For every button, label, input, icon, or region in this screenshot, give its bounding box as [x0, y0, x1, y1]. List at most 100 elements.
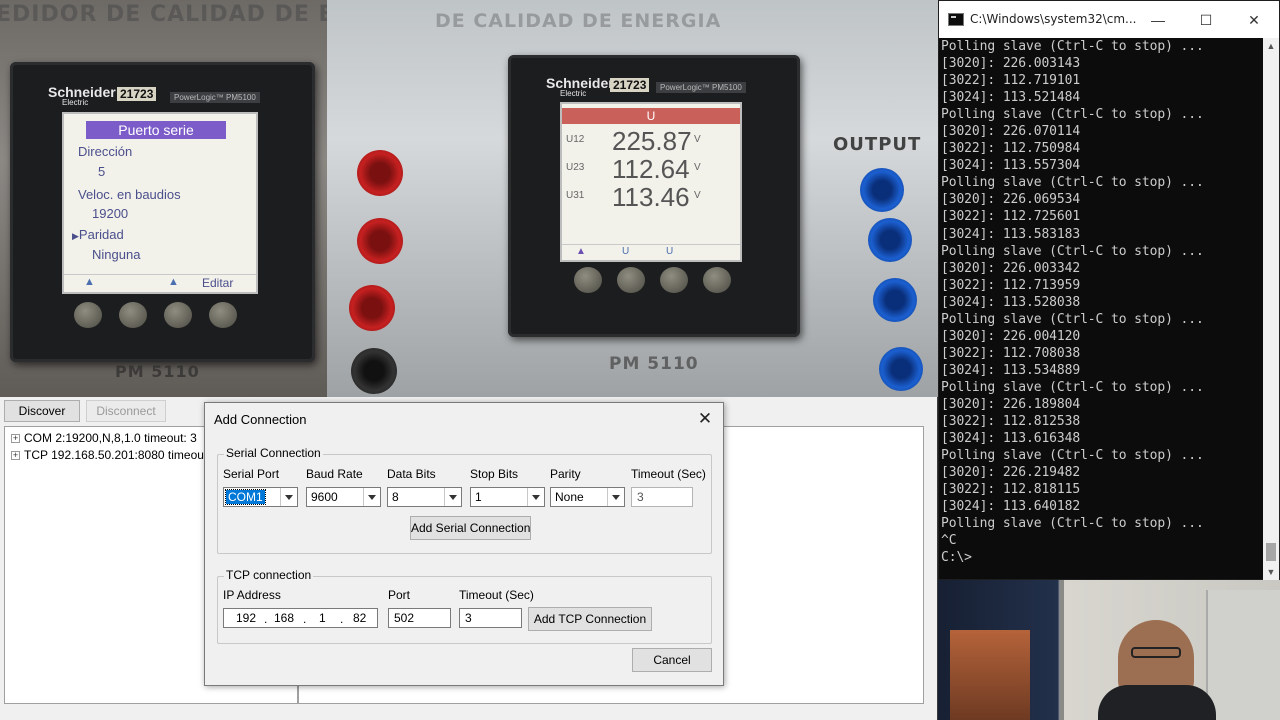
meter-button — [703, 267, 731, 293]
chevron-down-icon[interactable] — [527, 488, 544, 506]
timeout-label: Timeout (Sec) — [631, 467, 706, 481]
console-line: Polling slave (Ctrl-C to stop) ... — [941, 39, 1204, 54]
console-line: Polling slave (Ctrl-C to stop) ... — [941, 448, 1204, 464]
console-line: Polling slave (Ctrl-C to stop) ... — [941, 175, 1204, 191]
building-image — [950, 630, 1030, 720]
port-label: Port — [388, 588, 411, 602]
up-arrow-icon: ▲ — [576, 246, 586, 257]
close-icon[interactable]: ✕ — [1231, 5, 1277, 35]
console-window: C:\Windows\system32\cm... — ☐ ✕ Polling … — [938, 0, 1280, 580]
chevron-down-icon[interactable] — [363, 488, 380, 506]
meter-series: PowerLogic™ PM5100 — [170, 92, 260, 103]
chevron-down-icon[interactable] — [444, 488, 461, 506]
console-line: [3020]: 226.004120 — [941, 328, 1081, 344]
webcam-feed — [938, 580, 1280, 720]
ip-octet[interactable]: 168 — [274, 609, 294, 627]
console-line: Polling slave (Ctrl-C to stop) ... — [941, 516, 1204, 532]
console-line: [3020]: 226.219482 — [941, 465, 1081, 481]
tree-item-tcp[interactable]: + TCP 192.168.50.201:8080 timeout — [11, 448, 207, 462]
ip-dot: . — [303, 612, 307, 626]
serial-port-select[interactable]: COM1 — [223, 487, 298, 507]
console-output[interactable]: Polling slave (Ctrl-C to stop) ... [3020]… — [940, 38, 1265, 580]
meter-button — [617, 267, 645, 293]
disconnect-button[interactable]: Disconnect — [86, 400, 166, 422]
scroll-up-icon[interactable]: ▲ — [1263, 38, 1279, 54]
lcd-line: Veloc. en baudios — [78, 187, 181, 202]
chevron-down-icon[interactable] — [280, 488, 297, 506]
lcd-line-text: Paridad — [78, 227, 124, 242]
parity-select[interactable]: None — [550, 487, 625, 507]
data-bits-label: Data Bits — [387, 467, 436, 481]
cancel-button[interactable]: Cancel — [632, 648, 712, 672]
cabinet-image — [1206, 590, 1280, 720]
console-line: [3020]: 226.070114 — [941, 124, 1081, 140]
console-line: [3022]: 112.708038 — [941, 345, 1081, 361]
meter-left: Schneider Electric 21723 PowerLogic™ PM5… — [10, 62, 315, 362]
tcp-timeout-input[interactable]: 3 — [459, 608, 522, 628]
serial-timeout-input[interactable]: 3 — [631, 487, 693, 507]
minimize-icon[interactable]: — — [1135, 5, 1181, 35]
tree-item-com[interactable]: + COM 2:19200,N,8,1.0 timeout: 3 — [11, 431, 197, 445]
meter-button — [74, 302, 102, 328]
up-arrow-icon: ▲ — [168, 276, 179, 288]
dialog-title: Add Connection — [214, 412, 307, 427]
console-line: Polling slave (Ctrl-C to stop) ... — [941, 243, 1204, 259]
red-terminal — [349, 285, 395, 331]
ip-dot: . — [264, 612, 268, 626]
baud-rate-value: 9600 — [311, 490, 338, 504]
data-bits-select[interactable]: 8 — [387, 487, 462, 507]
add-connection-dialog: Add Connection ✕ Serial Connection Seria… — [204, 402, 724, 686]
tcp-port-input[interactable]: 502 — [388, 608, 451, 628]
window-frame — [1060, 580, 1064, 720]
banner-text-left: EDIDOR DE CALIDAD DE ENERGI — [0, 2, 327, 27]
console-scrollbar[interactable]: ▲ ▼ — [1263, 38, 1279, 580]
console-line: [3020]: 226.189804 — [941, 396, 1081, 412]
red-terminal — [357, 218, 403, 264]
lcd-header: U — [562, 108, 740, 124]
banner-text-center: DE CALIDAD DE ENERGIA — [435, 10, 722, 32]
tree-item-label: COM 2:19200,N,8,1.0 timeout: 3 — [24, 431, 197, 445]
chevron-down-icon[interactable] — [607, 488, 624, 506]
lcd-line: 19200 — [92, 206, 129, 221]
ip-octet[interactable]: 82 — [353, 609, 366, 627]
serial-port-value: COM1 — [225, 489, 266, 505]
scroll-down-icon[interactable]: ▼ — [1263, 564, 1279, 580]
meter-photo-left: EDIDOR DE CALIDAD DE ENERGI Schneider El… — [0, 0, 327, 397]
close-icon[interactable]: ✕ — [695, 409, 715, 429]
lcd-line: Ninguna — [92, 247, 141, 262]
stop-bits-value: 1 — [475, 490, 482, 504]
tree-item-label: TCP 192.168.50.201:8080 timeout — [24, 448, 208, 462]
voltage-label: U31 — [566, 190, 585, 201]
add-serial-connection-button[interactable]: Add Serial Connection — [410, 516, 531, 540]
baud-rate-select[interactable]: 9600 — [306, 487, 381, 507]
ip-octet[interactable]: 1 — [319, 609, 326, 627]
console-line: Polling slave (Ctrl-C to stop) ... — [941, 107, 1204, 123]
meter-button — [209, 302, 237, 328]
ip-address-input[interactable]: 192 . 168 . 1 . 82 — [223, 608, 378, 628]
ip-octet[interactable]: 192 — [236, 609, 256, 627]
voltage-value: 225.87 — [612, 126, 692, 156]
blue-terminal — [860, 168, 904, 212]
meter-brand-sub: Electric — [62, 98, 89, 107]
voltage-label: U23 — [566, 162, 585, 173]
scroll-thumb[interactable] — [1266, 543, 1276, 561]
lcd-title: Puerto serie — [86, 121, 226, 139]
voltage-unit: V — [694, 162, 701, 173]
meter-button — [574, 267, 602, 293]
lcd-line: Dirección — [78, 144, 133, 159]
console-line: [3022]: 112.818115 — [941, 482, 1081, 498]
glasses — [1131, 647, 1181, 658]
console-line: [3024]: 113.534889 — [941, 362, 1081, 378]
lcd-footer-label: U — [622, 246, 630, 257]
expand-icon[interactable]: + — [11, 451, 20, 460]
console-line: [3024]: 113.616348 — [941, 431, 1081, 447]
presenter-jacket — [1098, 685, 1216, 720]
voltage-unit: V — [694, 134, 701, 145]
add-tcp-connection-button[interactable]: Add TCP Connection — [528, 607, 652, 631]
discover-button[interactable]: Discover — [4, 400, 80, 422]
console-titlebar[interactable]: C:\Windows\system32\cm... — ☐ ✕ — [939, 1, 1279, 38]
expand-icon[interactable]: + — [11, 434, 20, 443]
console-line: [3022]: 112.812538 — [941, 414, 1081, 430]
stop-bits-select[interactable]: 1 — [470, 487, 545, 507]
maximize-icon[interactable]: ☐ — [1183, 5, 1229, 35]
